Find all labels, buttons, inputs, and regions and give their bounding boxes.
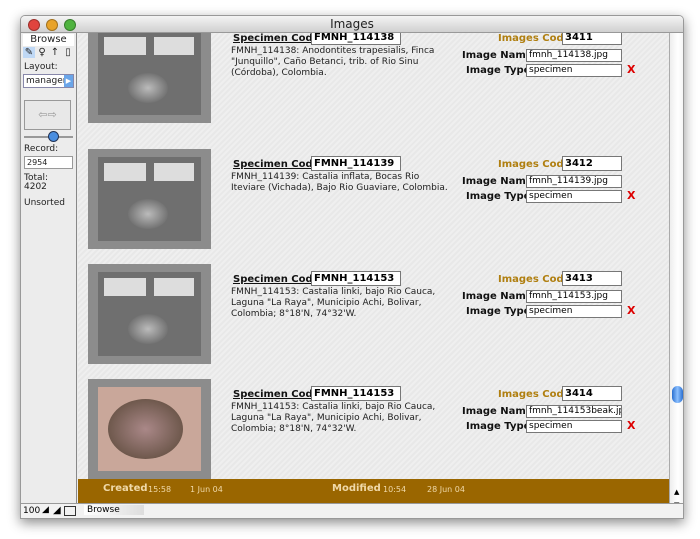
window-title: Images [330, 17, 374, 31]
specimen-code-field[interactable]: FMNH_114153 [311, 271, 401, 286]
delete-x-icon[interactable]: X [627, 189, 635, 202]
images-code-label: Images Code [498, 274, 571, 285]
layout-label: Layout: [24, 62, 58, 72]
specimen-photo[interactable] [98, 157, 201, 241]
zoom-in-icon[interactable]: ◢ [53, 505, 61, 516]
window: Images Browse ✎ ♀ ↑ ▯ Layout: managem ▶ … [20, 15, 684, 519]
specimen-code-label: Specimen Code [233, 159, 320, 170]
minimize-button[interactable] [46, 19, 58, 31]
delete-x-icon[interactable]: X [627, 419, 635, 432]
delete-x-icon[interactable]: X [627, 63, 635, 76]
records-list: Specimen Code FMNH_114138 FMNH_114138: A… [78, 33, 669, 479]
record: Specimen Code FMNH_114139 FMNH_114139: C… [78, 148, 669, 263]
image-type-label: Image Type [466, 191, 531, 202]
status-area: Browse ✎ ♀ ↑ ▯ Layout: managem ▶ ⇦⇨ Reco… [21, 33, 77, 503]
image-name-label: Image Name [462, 176, 533, 187]
image-name-field[interactable]: fmnh_114139.jpg [526, 175, 622, 188]
vertical-scrollbar[interactable]: ▲ ▼ [669, 33, 683, 509]
record-book-icon[interactable]: ⇦⇨ [24, 100, 71, 130]
created-time: 15:58 [148, 485, 172, 494]
specimen-description[interactable]: FMNH_114138: Anodontites trapesialis, Fi… [231, 46, 451, 79]
image-type-field[interactable]: specimen [526, 190, 622, 203]
delete-x-icon[interactable]: X [627, 304, 635, 317]
created-label: Created [103, 483, 148, 494]
image-container [88, 33, 211, 123]
zoom-level[interactable]: 100 [23, 506, 40, 516]
zoom-button[interactable] [64, 19, 76, 31]
created-date: 1 Jun 04 [190, 485, 223, 494]
record-number-input[interactable]: 2954 [24, 156, 73, 169]
image-name-label: Image Name [462, 406, 533, 417]
browse-pencil-icon[interactable]: ✎ [23, 47, 35, 58]
specimen-photo[interactable] [98, 272, 201, 356]
zoom-out-icon[interactable]: ◢ [42, 505, 49, 515]
close-button[interactable] [28, 19, 40, 31]
slider-thumb[interactable] [48, 131, 59, 142]
scroll-up-arrow-icon[interactable]: ▲ [674, 488, 679, 496]
layout-select[interactable]: managem ▶ [23, 74, 74, 88]
record-slider[interactable] [24, 131, 73, 142]
toggle-status-area-icon[interactable] [64, 506, 76, 516]
image-type-label: Image Type [466, 306, 531, 317]
image-name-field[interactable]: fmnh_114153beak.jpg [526, 405, 622, 418]
mode-popup[interactable]: Browse [84, 505, 144, 515]
sort-status: Unsorted [24, 198, 65, 208]
status-bar: 100 ◢ ◢ Browse [21, 503, 683, 518]
specimen-code-label: Specimen Code [233, 274, 320, 285]
find-magnifier-icon[interactable]: ♀ [36, 47, 48, 58]
title-bar: Images [21, 16, 683, 33]
footer: Created 15:58 1 Jun 04 Modified 10:54 28… [78, 479, 669, 503]
image-container [88, 149, 211, 249]
specimen-code-label: Specimen Code [233, 389, 320, 400]
modified-date: 28 Jun 04 [427, 485, 465, 494]
chevron-right-icon: ▶ [64, 75, 73, 87]
images-code-field[interactable]: 3414 [562, 386, 622, 401]
mode-label: Browse [23, 34, 74, 46]
total-value: 4202 [24, 182, 47, 192]
images-code-field[interactable]: 3412 [562, 156, 622, 171]
specimen-code-field[interactable]: FMNH_114138 [311, 33, 401, 45]
modified-time: 10:54 [383, 485, 407, 494]
image-name-label: Image Name [462, 291, 533, 302]
specimen-code-field[interactable]: FMNH_114139 [311, 156, 401, 171]
image-name-field[interactable]: fmnh_114138.jpg [526, 49, 622, 62]
specimen-code-label: Specimen Code [233, 33, 320, 44]
specimen-description[interactable]: FMNH_114153: Castalia linki, bajo Rio Ca… [231, 287, 451, 320]
modified-label: Modified [332, 483, 381, 494]
record: Specimen Code FMNH_114153 FMNH_114153: C… [78, 263, 669, 378]
images-code-field[interactable]: 3413 [562, 271, 622, 286]
image-type-field[interactable]: specimen [526, 420, 622, 433]
image-name-field[interactable]: fmnh_114153.jpg [526, 290, 622, 303]
record: Specimen Code FMNH_114153 FMNH_114153: C… [78, 378, 669, 479]
images-code-label: Images Code [498, 389, 571, 400]
images-code-label: Images Code [498, 33, 571, 44]
scroll-thumb[interactable] [672, 386, 683, 403]
image-type-label: Image Type [466, 65, 531, 76]
image-container [88, 264, 211, 364]
image-type-field[interactable]: specimen [526, 305, 622, 318]
images-code-label: Images Code [498, 159, 571, 170]
record-label: Record: [24, 144, 59, 154]
mode-tools: ✎ ♀ ↑ ▯ [23, 47, 74, 58]
preview-page-icon[interactable]: ▯ [62, 47, 74, 58]
specimen-photo[interactable] [98, 33, 201, 115]
image-type-label: Image Type [466, 421, 531, 432]
specimen-description[interactable]: FMNH_114153: Castalia linki, bajo Rio Ca… [231, 402, 451, 435]
image-type-field[interactable]: specimen [526, 64, 622, 77]
record: Specimen Code FMNH_114138 FMNH_114138: A… [78, 33, 669, 137]
specimen-code-field[interactable]: FMNH_114153 [311, 386, 401, 401]
images-code-field[interactable]: 3411 [562, 33, 622, 45]
layout-tool-icon[interactable]: ↑ [49, 47, 61, 58]
image-name-label: Image Name [462, 50, 533, 61]
specimen-photo[interactable] [98, 387, 201, 471]
image-container [88, 379, 211, 479]
specimen-description[interactable]: FMNH_114139: Castalia inflata, Bocas Rio… [231, 172, 451, 194]
